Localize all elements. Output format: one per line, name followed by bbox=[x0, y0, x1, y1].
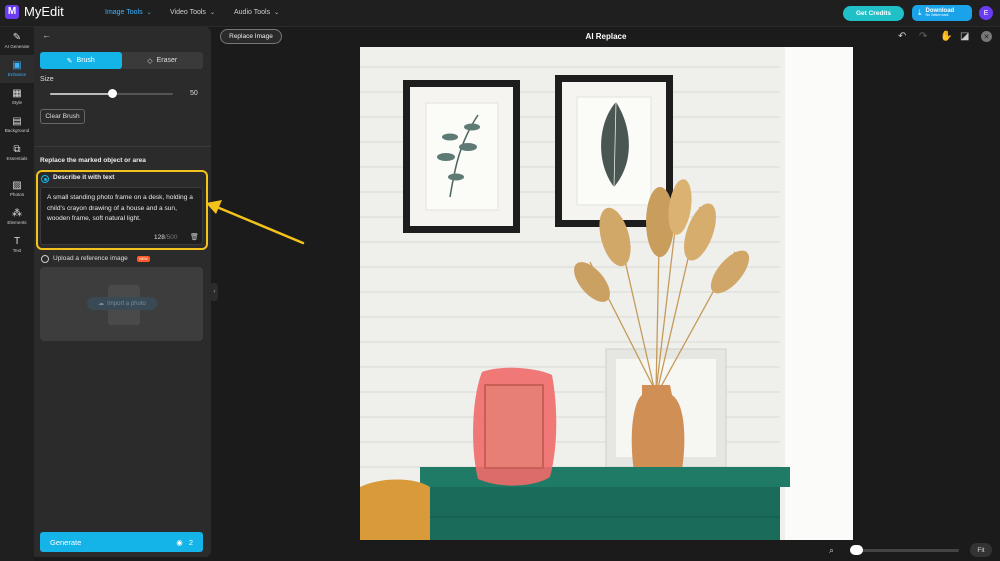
trash-icon[interactable]: 🗑 bbox=[190, 233, 199, 241]
photo-scene bbox=[360, 47, 853, 540]
char-counter: 128/500 bbox=[154, 234, 178, 241]
close-icon[interactable]: ✕ bbox=[981, 31, 992, 42]
chevron-down-icon: ⌄ bbox=[146, 10, 152, 16]
rail-item-ai-generate[interactable]: ✎ AI Generate bbox=[0, 27, 34, 55]
rail-label: Background bbox=[4, 128, 30, 133]
char-max: /500 bbox=[164, 234, 178, 241]
generate-cost: 2 bbox=[188, 537, 193, 547]
divider bbox=[34, 146, 211, 147]
hand-icon[interactable]: ✋ bbox=[940, 31, 952, 42]
zoom-slider-handle[interactable] bbox=[850, 545, 864, 555]
collapse-panel-tab[interactable]: ‹ bbox=[211, 283, 218, 301]
rail-item-photos[interactable]: ▨ Photos bbox=[0, 175, 34, 203]
credit-coin-icon: ◉ bbox=[176, 537, 183, 547]
rail-label: Style bbox=[11, 100, 23, 105]
rail-label: Text bbox=[12, 248, 22, 253]
new-badge: NEW bbox=[137, 256, 150, 262]
rail-item-text[interactable]: T Text bbox=[0, 231, 34, 259]
logo[interactable]: M MyEdit bbox=[5, 4, 64, 19]
fit-button[interactable]: Fit bbox=[970, 543, 992, 557]
photos-icon: ▨ bbox=[12, 180, 22, 191]
brush-label: Brush bbox=[76, 57, 95, 64]
essentials-icon: ⧉ bbox=[13, 144, 21, 155]
zoom-slider[interactable] bbox=[851, 549, 959, 552]
get-credits-button[interactable]: Get Credits bbox=[843, 6, 904, 21]
rail-item-enhance[interactable]: ▣ Enhance bbox=[0, 55, 34, 83]
import-photo-label: Import a photo bbox=[107, 300, 146, 307]
prompt-textarea[interactable]: A small standing photo frame on a desk, … bbox=[40, 187, 203, 245]
compare-icon[interactable]: ◪ bbox=[960, 31, 969, 42]
rail-item-background[interactable]: ▤ Background bbox=[0, 111, 34, 139]
undo-icon[interactable]: ↶ bbox=[898, 31, 906, 42]
upload-reference-radio[interactable] bbox=[41, 255, 49, 263]
magic-wand-icon: ✎ bbox=[12, 32, 22, 43]
eraser-icon: ◇ bbox=[147, 57, 153, 65]
brush-icon: ✎ bbox=[66, 57, 73, 65]
nav-audio-tools-label: Audio Tools bbox=[234, 9, 271, 16]
nav-image-tools[interactable]: Image Tools ⌄ bbox=[105, 9, 152, 16]
elements-icon: ⁂ bbox=[12, 208, 22, 219]
size-slider-handle[interactable] bbox=[107, 89, 117, 98]
eraser-label: Eraser bbox=[156, 57, 178, 64]
download-sublabel: No Watermark bbox=[925, 13, 949, 18]
size-label: Size bbox=[40, 76, 54, 83]
generate-button[interactable]: Generate ◉ 2 bbox=[40, 532, 203, 552]
rail-item-essentials[interactable]: ⧉ Essentials bbox=[0, 139, 34, 167]
annotation-arrow bbox=[206, 200, 305, 245]
section-title: Replace the marked object or area bbox=[40, 157, 146, 164]
generate-label: Generate bbox=[50, 537, 82, 547]
clear-brush-button[interactable]: Clear Brush bbox=[40, 109, 85, 124]
photo-canvas[interactable] bbox=[360, 47, 853, 540]
nav-video-tools-label: Video Tools bbox=[170, 9, 206, 16]
import-photo-button[interactable]: ☁ Import a photo bbox=[87, 297, 157, 310]
avatar[interactable]: E bbox=[979, 6, 993, 20]
small-frame bbox=[484, 384, 544, 469]
style-icon: ▦ bbox=[12, 88, 22, 99]
describe-text-label: Describe it with text bbox=[53, 174, 115, 181]
table-top bbox=[420, 467, 790, 487]
back-arrow-icon[interactable]: ← bbox=[42, 30, 51, 40]
eraser-button[interactable]: ◇ Eraser bbox=[122, 52, 204, 69]
top-bar: M MyEdit Image Tools ⌄ Video Tools ⌄ Aud… bbox=[0, 0, 1000, 27]
rail-label: Photos bbox=[9, 192, 25, 197]
upload-reference-area[interactable]: ☁ Import a photo bbox=[40, 267, 203, 341]
replace-image-button[interactable]: Replace Image bbox=[220, 29, 282, 44]
rail-item-style[interactable]: ▦ Style bbox=[0, 83, 34, 111]
background-icon: ▤ bbox=[12, 116, 22, 127]
nav-image-tools-label: Image Tools bbox=[105, 9, 143, 16]
nav-audio-tools[interactable]: Audio Tools ⌄ bbox=[234, 9, 279, 16]
download-icon: ⤓ bbox=[918, 8, 922, 17]
download-button[interactable]: ⤓ Download No Watermark bbox=[912, 5, 972, 21]
nav-video-tools[interactable]: Video Tools ⌄ bbox=[170, 9, 215, 16]
rail-item-elements[interactable]: ⁂ Elements bbox=[0, 203, 34, 231]
describe-text-radio[interactable] bbox=[41, 175, 49, 183]
zoom-icon[interactable]: ⌕ bbox=[829, 545, 834, 556]
redo-icon[interactable]: ↷ bbox=[919, 31, 927, 42]
rail-label: Enhance bbox=[7, 72, 27, 77]
left-rail: ✎ AI Generate ▣ Enhance ▦ Style ▤ Backgr… bbox=[0, 27, 34, 561]
white-wall bbox=[785, 47, 853, 540]
chevron-down-icon: ⌄ bbox=[274, 10, 280, 16]
size-value: 50 bbox=[190, 90, 198, 97]
brush-eraser-toggle: ✎ Brush ◇ Eraser bbox=[40, 52, 203, 69]
rail-label: Elements bbox=[7, 220, 27, 225]
rail-label: AI Generate bbox=[4, 44, 30, 49]
cushion bbox=[360, 479, 430, 540]
char-count: 128 bbox=[154, 234, 165, 241]
size-slider[interactable] bbox=[50, 89, 173, 98]
upload-reference-label: Upload a reference image bbox=[53, 255, 128, 262]
text-icon: T bbox=[13, 236, 21, 247]
ai-replace-panel: ← ✎ Brush ◇ Eraser Size 50 Clear Brush R… bbox=[34, 27, 211, 557]
chevron-down-icon: ⌄ bbox=[209, 10, 215, 16]
canvas-title: AI Replace bbox=[585, 32, 627, 41]
brush-button[interactable]: ✎ Brush bbox=[40, 52, 122, 69]
size-slider-fill bbox=[50, 93, 112, 95]
enhance-icon: ▣ bbox=[12, 60, 22, 71]
rail-label: Essentials bbox=[6, 156, 28, 161]
app-name: MyEdit bbox=[24, 4, 64, 19]
upload-cloud-icon: ☁ bbox=[98, 301, 105, 307]
logo-icon: M bbox=[5, 4, 19, 19]
